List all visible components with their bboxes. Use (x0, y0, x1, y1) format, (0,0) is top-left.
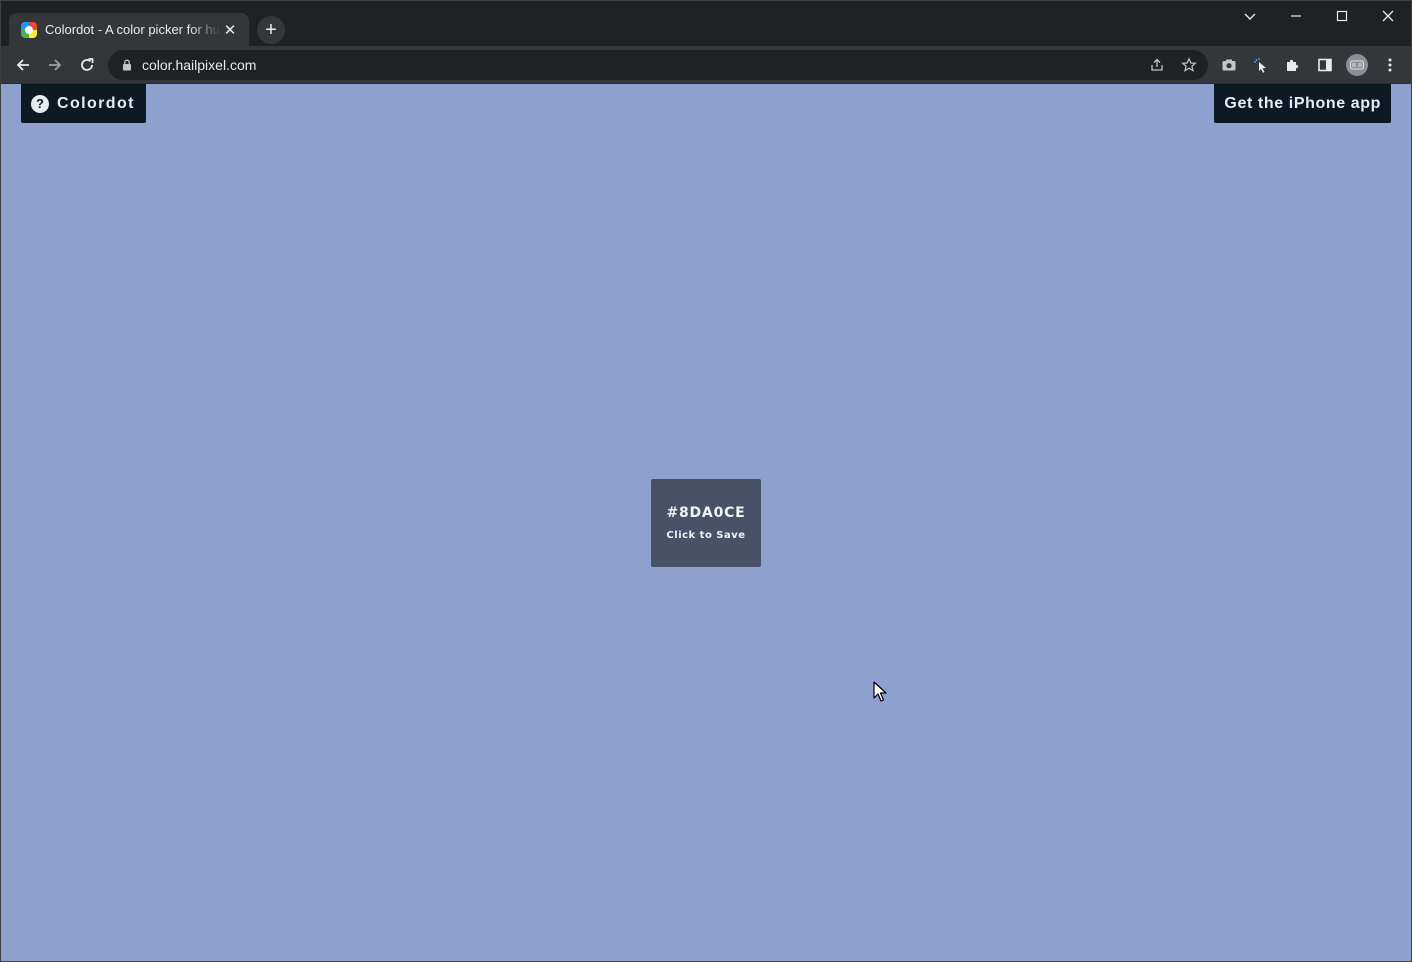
maximize-button[interactable] (1319, 0, 1365, 32)
chevron-down-icon (1244, 13, 1256, 20)
tab-title: Colordot - A color picker for humans (45, 22, 221, 37)
side-panel-button[interactable] (1310, 50, 1340, 80)
cursor-sparkle-icon (1254, 58, 1266, 73)
colordot-canvas[interactable]: ? Colordot Get the iPhone app #8DA0CE Cl… (0, 84, 1412, 962)
reload-button[interactable] (72, 50, 102, 80)
url-text: color.hailpixel.com (142, 57, 257, 73)
arrow-left-icon (16, 59, 29, 71)
minimize-button[interactable] (1273, 0, 1319, 32)
tab-close-icon[interactable]: ✕ (221, 21, 239, 39)
help-icon: ? (31, 94, 49, 113)
tab-search-button[interactable] (1227, 0, 1273, 32)
tab-strip: Colordot - A color picker for humans ✕ + (0, 0, 1412, 46)
reload-icon (81, 58, 94, 71)
browser-toolbar: color.hailpixel.com (0, 46, 1412, 84)
camera-extension-button[interactable] (1214, 50, 1244, 80)
extensions-button[interactable] (1278, 50, 1308, 80)
app-button-label: Get the iPhone app (1224, 94, 1381, 112)
kebab-menu-icon (1388, 58, 1392, 72)
get-iphone-app-button[interactable]: Get the iPhone app (1214, 84, 1391, 123)
camera-icon (1222, 59, 1236, 71)
cursor-extension-button[interactable] (1246, 50, 1276, 80)
browser-tab-colordot[interactable]: Colordot - A color picker for humans ✕ (9, 13, 249, 46)
browser-menu-button[interactable] (1375, 50, 1405, 80)
forward-button[interactable] (40, 50, 70, 80)
close-icon (1382, 10, 1394, 22)
bookmark-star-icon[interactable] (1178, 54, 1200, 76)
save-hint-label: Click to Save (666, 530, 746, 541)
color-hex-code: #8DA0CE (666, 505, 746, 521)
back-button[interactable] (8, 50, 38, 80)
lock-icon (123, 59, 131, 71)
puzzle-icon (1287, 59, 1299, 71)
share-icon[interactable] (1146, 54, 1168, 76)
minimize-icon (1291, 15, 1301, 17)
address-bar[interactable]: color.hailpixel.com (108, 50, 1208, 80)
maximize-icon (1336, 10, 1348, 22)
side-panel-icon (1318, 58, 1332, 72)
profile-avatar[interactable] (1346, 54, 1368, 76)
browser-window: Colordot - A color picker for humans ✕ + (0, 0, 1412, 962)
new-tab-button[interactable]: + (257, 16, 285, 44)
brand-label: Colordot (57, 94, 135, 112)
mouse-pointer-icon (873, 681, 887, 702)
avatar-icon (1350, 60, 1364, 70)
save-color-card[interactable]: #8DA0CE Click to Save (651, 479, 761, 567)
colordot-favicon-icon (21, 21, 37, 38)
close-window-button[interactable] (1365, 0, 1411, 32)
colordot-help-button[interactable]: ? Colordot (21, 84, 146, 123)
arrow-right-icon (49, 59, 62, 71)
